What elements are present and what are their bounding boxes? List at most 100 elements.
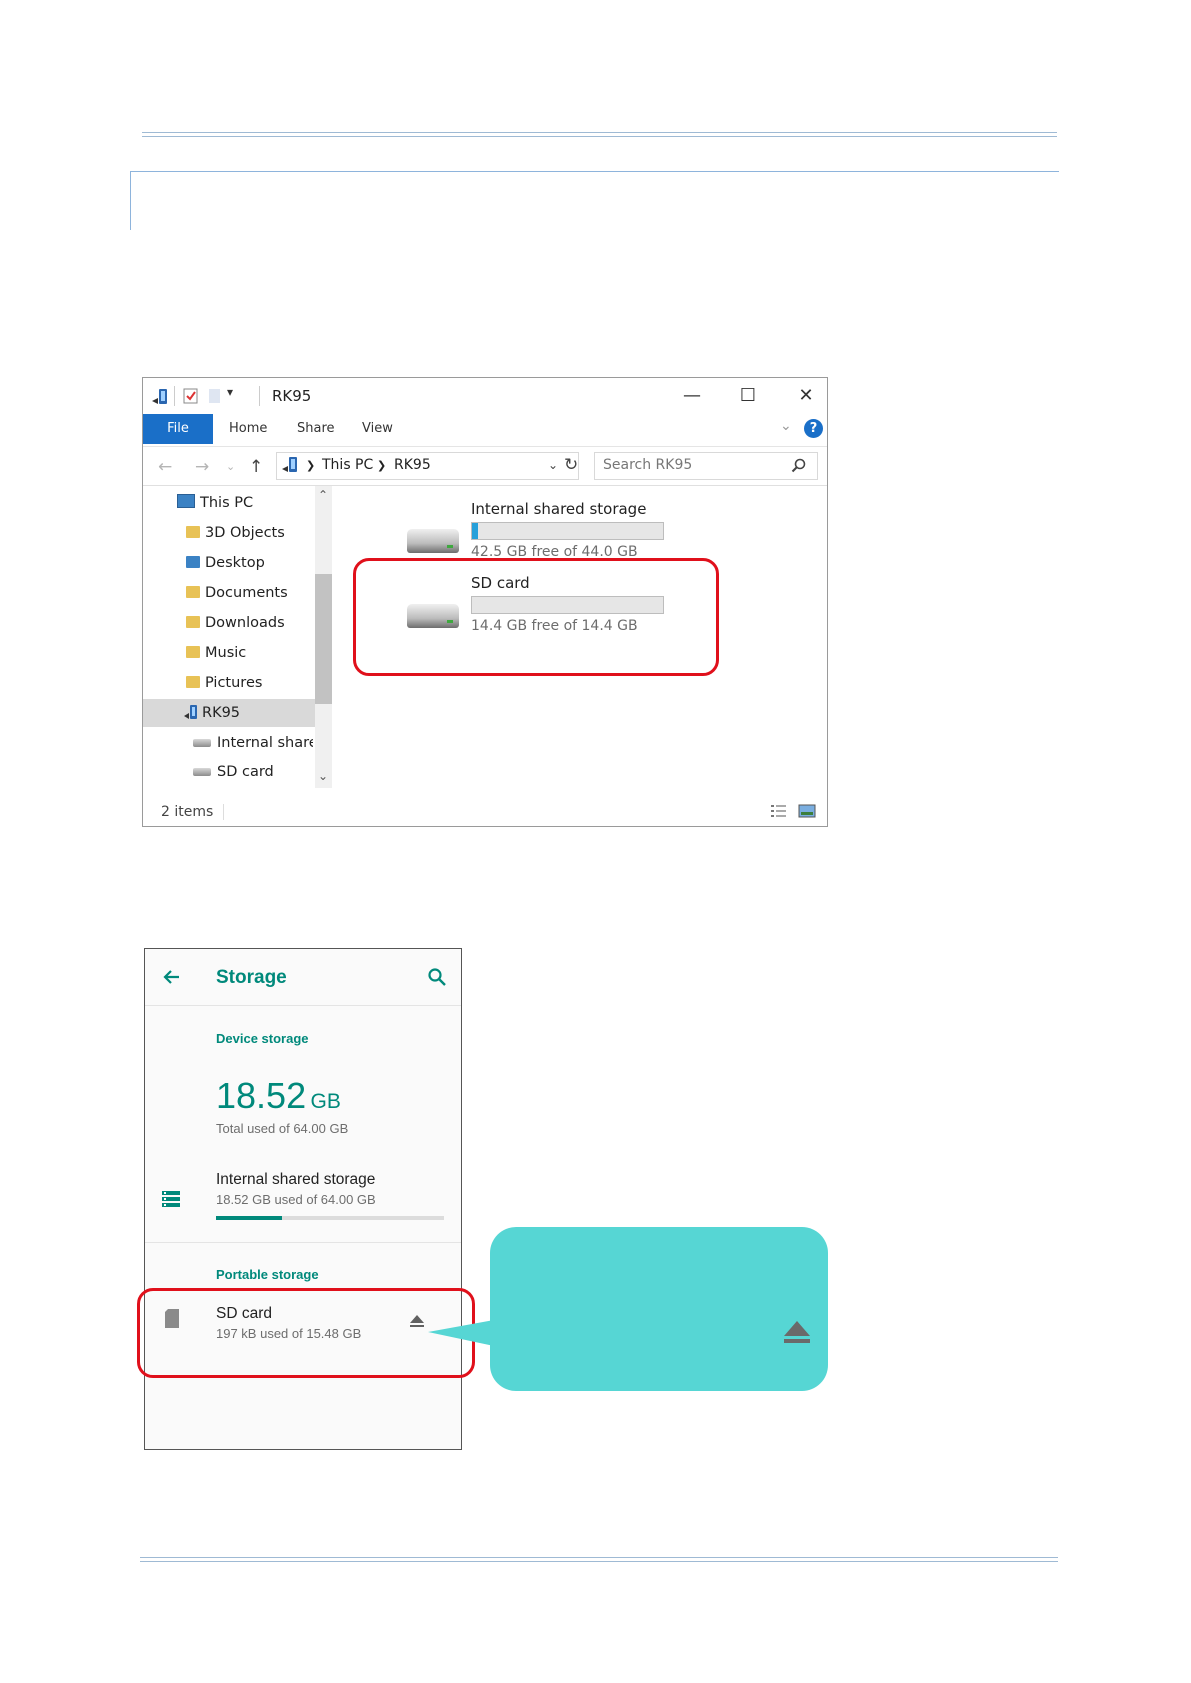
tab-home[interactable]: Home — [229, 414, 267, 444]
new-folder-icon[interactable] — [207, 388, 223, 404]
close-button[interactable]: ✕ — [786, 384, 826, 408]
section-divider — [145, 1242, 461, 1243]
internal-storage-title: Internal shared storage — [216, 1171, 376, 1188]
nav-item-this-pc[interactable]: This PC — [143, 489, 313, 517]
navigation-pane: This PC 3D Objects Desktop Documents Dow… — [143, 486, 335, 788]
portable-storage-heading: Portable storage — [216, 1267, 319, 1282]
expand-ribbon-icon[interactable]: ⌄ — [780, 418, 792, 434]
back-arrow-icon[interactable] — [162, 968, 180, 986]
search-icon[interactable] — [427, 967, 447, 987]
desktop-folder-icon — [186, 556, 200, 568]
minimize-button[interactable]: — — [672, 384, 712, 408]
drive-icon — [193, 739, 211, 747]
address-bar[interactable]: ❯ This PC ❯ RK95 ⌄ — [276, 452, 579, 480]
callout-pointer — [428, 1320, 494, 1346]
drive-icon — [193, 768, 211, 776]
search-input[interactable]: Search RK95 — [594, 452, 818, 480]
breadcrumb-rk95[interactable]: RK95 — [394, 457, 431, 473]
downloads-folder-icon — [186, 616, 200, 628]
folder-3d-icon — [186, 526, 200, 538]
breadcrumb-chevron-icon: ❯ — [306, 459, 316, 472]
nav-item-label: SD card — [217, 764, 274, 780]
music-folder-icon — [186, 646, 200, 658]
maximize-button[interactable]: ☐ — [728, 384, 768, 408]
internal-storage-progress-fill — [216, 1216, 283, 1220]
forward-arrow-icon[interactable]: → — [195, 457, 209, 477]
footer-rule — [140, 1557, 1058, 1562]
eject-callout — [490, 1227, 828, 1391]
nav-item-label: RK95 — [202, 705, 241, 721]
device-icon — [152, 389, 167, 404]
breadcrumb-this-pc[interactable]: This PC — [322, 457, 373, 473]
tab-share[interactable]: Share — [297, 414, 335, 444]
title-bar: ▾ RK95 — ☐ ✕ — [143, 378, 827, 414]
scroll-up-icon[interactable]: ⌃ — [318, 488, 328, 502]
nav-item-music[interactable]: Music — [143, 639, 313, 667]
nav-scrollbar[interactable]: ⌃ ⌄ — [315, 486, 332, 788]
nav-item-rk95[interactable]: RK95 — [143, 699, 315, 727]
nav-item-label: This PC — [200, 495, 254, 511]
pictures-folder-icon — [186, 676, 200, 688]
nav-item-sd-card[interactable]: SD card — [143, 758, 313, 786]
scrollbar-thumb[interactable] — [315, 574, 332, 704]
device-storage-heading: Device storage — [216, 1031, 309, 1046]
internal-drive-icon — [407, 529, 459, 553]
tab-file[interactable]: File — [143, 414, 213, 444]
help-button[interactable]: ? — [804, 419, 823, 438]
large-icons-view-icon[interactable] — [798, 803, 816, 819]
internal-usage-fill — [472, 523, 479, 539]
scroll-down-icon[interactable]: ⌄ — [318, 769, 328, 783]
used-summary: 18.52 GB — [216, 1075, 341, 1117]
internal-usage-bar — [471, 522, 664, 540]
internal-storage-item[interactable]: Internal shared storage 18.52 GB used of… — [145, 1159, 461, 1235]
nav-item-label: Pictures — [205, 675, 263, 691]
nav-item-label: 3D Objects — [205, 525, 285, 541]
device-icon — [282, 457, 297, 472]
page-title: Storage — [216, 967, 287, 988]
storage-list-icon — [162, 1191, 180, 1207]
nav-item-3d-objects[interactable]: 3D Objects — [143, 519, 313, 547]
toolbar-divider — [259, 386, 260, 406]
customize-quick-access-icon[interactable]: ▾ — [227, 385, 233, 399]
nav-item-label: Internal shared — [217, 735, 313, 751]
properties-icon[interactable] — [183, 388, 199, 404]
eject-icon — [784, 1321, 810, 1343]
tab-view[interactable]: View — [362, 414, 393, 444]
back-arrow-icon[interactable]: ← — [158, 457, 172, 477]
search-icon — [791, 458, 806, 473]
nav-item-label: Desktop — [205, 555, 265, 571]
search-placeholder: Search RK95 — [603, 457, 693, 473]
total-used-text: Total used of 64.00 GB — [216, 1121, 349, 1136]
app-bar: Storage — [145, 949, 461, 1006]
internal-storage-subtitle: 18.52 GB used of 64.00 GB — [216, 1192, 376, 1207]
status-bar: 2 items — [143, 798, 827, 824]
pc-icon — [177, 494, 195, 508]
recent-locations-icon[interactable]: ⌄ — [226, 460, 235, 473]
used-unit: GB — [310, 1090, 341, 1113]
sd-card-highlight — [353, 558, 719, 676]
details-view-icon[interactable] — [770, 803, 788, 819]
breadcrumb-chevron-icon: ❯ — [377, 459, 387, 472]
nav-item-label: Documents — [205, 585, 288, 601]
nav-item-pictures[interactable]: Pictures — [143, 669, 313, 697]
ribbon-tabs: File Home Share View ⌄ ? — [143, 414, 827, 444]
header-rule — [142, 132, 1057, 137]
item-count: 2 items — [161, 804, 214, 820]
status-divider — [223, 804, 224, 820]
internal-drive-name[interactable]: Internal shared storage — [471, 500, 646, 518]
window-title: RK95 — [272, 387, 312, 405]
used-value: 18.52 — [216, 1075, 307, 1116]
address-row: ← → ⌄ ↑ ❯ This PC ❯ RK95 ⌄ ↻ Search RK95 — [143, 446, 827, 486]
nav-item-internal-shared[interactable]: Internal shared — [143, 729, 313, 757]
internal-storage-progress — [216, 1216, 444, 1220]
refresh-icon[interactable]: ↻ — [564, 455, 578, 475]
section-heading-frame — [130, 171, 1059, 230]
nav-item-desktop[interactable]: Desktop — [143, 549, 313, 577]
up-arrow-icon[interactable]: ↑ — [249, 457, 263, 477]
documents-folder-icon — [186, 586, 200, 598]
address-dropdown-icon[interactable]: ⌄ — [548, 458, 558, 472]
nav-item-documents[interactable]: Documents — [143, 579, 313, 607]
nav-item-label: Downloads — [205, 615, 285, 631]
nav-item-downloads[interactable]: Downloads — [143, 609, 313, 637]
device-icon — [184, 705, 197, 719]
